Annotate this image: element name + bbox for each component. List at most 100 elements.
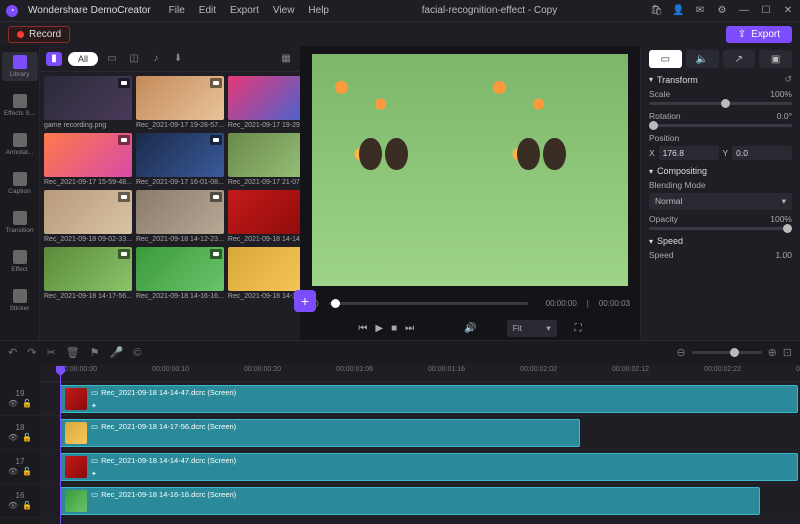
- sidebar-item-annotat[interactable]: Annotat...: [2, 130, 38, 159]
- opacity-knob[interactable]: [783, 224, 792, 233]
- tab-cursor-props[interactable]: ↗: [723, 50, 756, 68]
- timeline-clip[interactable]: ▭ Rec_2021-09-18 14-17-56.dcrc (Screen): [60, 419, 580, 447]
- lock-icon[interactable]: 🔓: [22, 433, 32, 442]
- lock-icon[interactable]: 🔓: [22, 467, 32, 476]
- track-row[interactable]: ▭ Rec_2021-09-18 14-14-47.dcrc (Screen)✦: [40, 382, 800, 416]
- timeline-clip[interactable]: ▭ Rec_2021-09-18 14-14-47.dcrc (Screen)✦: [60, 453, 798, 481]
- sidebar-item-library[interactable]: Library: [2, 52, 38, 81]
- copyright-button[interactable]: ©: [133, 347, 141, 359]
- library-item[interactable]: Rec_2021-09-18 14-14-47...: [228, 190, 300, 243]
- time-ruler[interactable]: 00:00:00:0000:00:00:1000:00:00:2000:00:0…: [40, 364, 800, 382]
- timeline-clip[interactable]: ▭ Rec_2021-09-18 14-16-16.dcrc (Screen): [60, 487, 760, 515]
- tab-all[interactable]: All: [68, 52, 98, 66]
- zoom-out-button[interactable]: ⊖: [676, 346, 685, 359]
- menu-export[interactable]: Export: [230, 5, 259, 16]
- sidebar-item-effectss[interactable]: Effects S...: [2, 91, 38, 120]
- menu-file[interactable]: File: [169, 5, 185, 16]
- export-button[interactable]: ⇪ Export: [726, 26, 792, 43]
- track-header[interactable]: 17👁🔓: [0, 450, 40, 484]
- blend-select[interactable]: Normal▾: [649, 193, 792, 210]
- folder-tab-icon[interactable]: ▮: [46, 52, 62, 66]
- settings-icon[interactable]: ⚙: [716, 5, 728, 16]
- lock-icon[interactable]: 🔓: [22, 501, 32, 510]
- menu-help[interactable]: Help: [308, 5, 329, 16]
- next-frame-button[interactable]: ⏭: [405, 323, 414, 334]
- y-input[interactable]: 0.0: [732, 146, 792, 160]
- cart-icon[interactable]: 🛍: [650, 5, 662, 16]
- sidebar-item-caption[interactable]: Caption: [2, 169, 38, 198]
- track-row[interactable]: ▭ Rec_2021-09-18 14-14-47.dcrc (Screen)✦: [40, 450, 800, 484]
- redo-button[interactable]: ↷: [27, 346, 36, 359]
- sidebar-item-effect[interactable]: Effect: [2, 247, 38, 276]
- image-filter-icon[interactable]: ◫: [126, 52, 142, 66]
- tab-audio-props[interactable]: 🔈: [686, 50, 719, 68]
- add-media-button[interactable]: +: [294, 290, 316, 312]
- scale-slider[interactable]: [649, 102, 792, 105]
- zoom-in-button[interactable]: ⊕: [768, 346, 777, 359]
- track-header[interactable]: 16👁🔓: [0, 484, 40, 518]
- user-icon[interactable]: 👤: [672, 5, 684, 16]
- scale-knob[interactable]: [721, 99, 730, 108]
- undo-button[interactable]: ↶: [8, 346, 17, 359]
- progress-bar[interactable]: [329, 302, 528, 305]
- library-item[interactable]: Rec_2021-09-17 19-28-57...: [136, 76, 224, 129]
- track-row[interactable]: ▭ Rec_2021-09-18 14-16-16.dcrc (Screen): [40, 484, 800, 518]
- tab-video-props[interactable]: ▭: [649, 50, 682, 68]
- progress-handle[interactable]: [331, 299, 340, 308]
- zoom-knob[interactable]: [730, 348, 739, 357]
- tracks-area[interactable]: 00:00:00:0000:00:00:1000:00:00:2000:00:0…: [40, 364, 800, 524]
- tab-screen-props[interactable]: ▣: [759, 50, 792, 68]
- video-filter-icon[interactable]: ▭: [104, 52, 120, 66]
- visibility-icon[interactable]: 👁: [8, 399, 18, 408]
- crop-button[interactable]: ✂: [46, 346, 55, 359]
- rotation-knob[interactable]: [649, 121, 658, 130]
- delete-button[interactable]: 🗑: [66, 346, 80, 359]
- playhead[interactable]: [60, 366, 61, 524]
- preview-canvas[interactable]: [312, 54, 628, 286]
- close-button[interactable]: ✕: [782, 5, 794, 16]
- menu-edit[interactable]: Edit: [199, 5, 216, 16]
- section-speed[interactable]: Speed: [649, 236, 792, 246]
- maximize-button[interactable]: ☐: [760, 5, 772, 16]
- lock-icon[interactable]: 🔓: [22, 399, 32, 408]
- record-button[interactable]: Record: [8, 26, 70, 43]
- zoom-fit-button[interactable]: ⊡: [783, 346, 792, 359]
- track-row[interactable]: ▭ Rec_2021-09-18 14-17-56.dcrc (Screen): [40, 416, 800, 450]
- zoom-slider[interactable]: [692, 351, 762, 354]
- minimize-button[interactable]: —: [738, 5, 750, 16]
- volume-button[interactable]: 🔊: [464, 323, 476, 334]
- marker-button[interactable]: ⚑: [90, 346, 100, 359]
- sidebar-item-sticker[interactable]: Sticker: [2, 286, 38, 315]
- library-item[interactable]: Rec_2021-09-18 09-02-33...: [44, 190, 132, 243]
- library-item[interactable]: Rec_2021-09-17 19-29-37...: [228, 76, 300, 129]
- menu-view[interactable]: View: [273, 5, 295, 16]
- library-item[interactable]: game recording.png: [44, 76, 132, 129]
- visibility-icon[interactable]: 👁: [8, 501, 18, 510]
- section-compositing[interactable]: Compositing: [649, 166, 792, 176]
- section-transform[interactable]: Transform↺: [649, 74, 792, 85]
- x-input[interactable]: 176.8: [659, 146, 719, 160]
- prev-frame-button[interactable]: ⏮: [358, 323, 367, 334]
- library-item[interactable]: Rec_2021-09-18 14-12-23...: [136, 190, 224, 243]
- visibility-icon[interactable]: 👁: [8, 467, 18, 476]
- library-item[interactable]: Rec_2021-09-17 15-59-48...: [44, 133, 132, 186]
- stop-button[interactable]: ■: [391, 323, 397, 334]
- reset-transform-icon[interactable]: ↺: [784, 74, 792, 85]
- library-item[interactable]: Rec_2021-09-17 21-07-50...: [228, 133, 300, 186]
- fullscreen-button[interactable]: ⛶: [575, 323, 582, 334]
- track-header[interactable]: 19👁🔓: [0, 382, 40, 416]
- library-item[interactable]: Rec_2021-09-18 14-17-56...: [44, 247, 132, 300]
- mic-button[interactable]: 🎤: [110, 346, 124, 359]
- library-item[interactable]: Rec_2021-09-17 16-01-08...: [136, 133, 224, 186]
- sidebar-item-transition[interactable]: Transition: [2, 208, 38, 237]
- fit-select[interactable]: Fit▾: [507, 320, 557, 337]
- timeline-clip[interactable]: ▭ Rec_2021-09-18 14-14-47.dcrc (Screen)✦: [60, 385, 798, 413]
- visibility-icon[interactable]: 👁: [8, 433, 18, 442]
- audio-filter-icon[interactable]: ♪: [148, 52, 164, 66]
- library-item[interactable]: Rec_2021-09-18 14-17-56...: [228, 247, 300, 300]
- track-header[interactable]: 18👁🔓: [0, 416, 40, 450]
- play-button[interactable]: ▶: [375, 323, 383, 334]
- mail-icon[interactable]: ✉: [694, 5, 706, 16]
- download-filter-icon[interactable]: ⬇: [170, 52, 186, 66]
- rotation-slider[interactable]: [649, 124, 792, 127]
